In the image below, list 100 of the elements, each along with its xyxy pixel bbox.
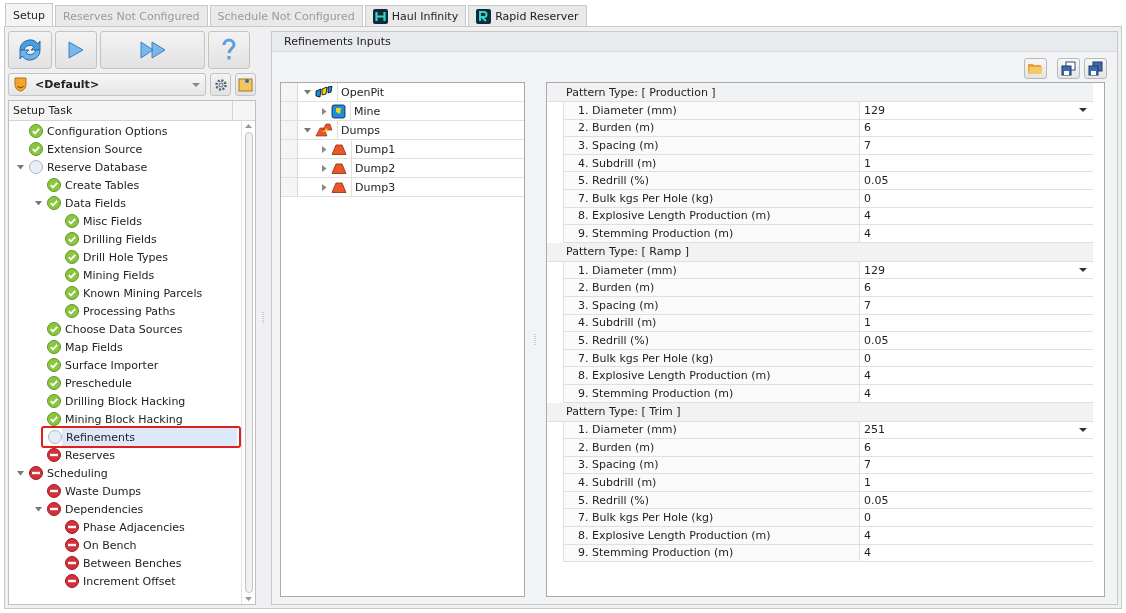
tree-item[interactable]: Mining Block Hacking — [61, 410, 239, 428]
note-icon — [238, 77, 253, 92]
collapse-arrow-icon[interactable] — [17, 164, 24, 170]
tree-item[interactable]: Dump2 — [351, 159, 524, 177]
tab[interactable]: Rapid Reserver — [468, 5, 587, 26]
property-value[interactable]: 0.05 — [860, 172, 1093, 189]
expand-arrow-icon[interactable] — [322, 145, 327, 153]
tree-item[interactable]: Refinements — [62, 428, 237, 446]
tree-item[interactable]: Reserves — [61, 446, 239, 464]
property-value[interactable]: 4 — [860, 527, 1093, 544]
property-value[interactable]: 1 — [860, 314, 1093, 332]
property-value[interactable]: 6 — [860, 119, 1093, 137]
tab[interactable]: Haul Infinity — [364, 5, 467, 26]
tree-item[interactable]: Scheduling — [43, 464, 239, 482]
dropdown-arrow-icon[interactable] — [1079, 108, 1087, 113]
tree-item[interactable]: OpenPit — [337, 83, 524, 101]
property-name: 1. Diameter (mm) — [564, 102, 860, 119]
property-name: 2. Burden (m) — [564, 439, 860, 456]
app-logo-icon — [476, 8, 492, 24]
collapse-arrow-icon[interactable] — [35, 200, 42, 206]
question-mark-icon — [221, 38, 237, 62]
property-value[interactable]: 129 — [860, 261, 1093, 279]
property-value[interactable]: 6 — [860, 279, 1093, 296]
tree-item[interactable]: Data Fields — [61, 194, 239, 212]
property-value[interactable]: 4 — [860, 544, 1093, 562]
tree-item[interactable]: Mine — [350, 102, 524, 120]
scroll-up-icon[interactable] — [245, 124, 252, 128]
save-button[interactable] — [1057, 58, 1080, 79]
tree-item[interactable]: Map Fields — [61, 338, 239, 356]
tree-item[interactable]: Increment Offset — [79, 572, 239, 590]
tree-item[interactable]: Surface Importer — [61, 356, 239, 374]
tree-item[interactable]: Dump3 — [351, 178, 524, 196]
dropdown-arrow-icon — [192, 82, 200, 87]
category-header: Pattern Type: [ Production ] — [547, 83, 1093, 102]
property-value[interactable]: 1 — [860, 154, 1093, 172]
expand-arrow-icon[interactable] — [322, 183, 327, 191]
property-value[interactable]: 129 — [860, 102, 1093, 119]
settings-button[interactable] — [210, 73, 231, 96]
property-name: 3. Spacing (m) — [564, 137, 860, 154]
property-value[interactable]: 7 — [860, 456, 1093, 474]
tree-item[interactable]: Mining Fields — [79, 266, 239, 284]
category-header: Pattern Type: [ Trim ] — [547, 402, 1093, 422]
property-value[interactable]: 1 — [860, 474, 1093, 491]
tree-item[interactable]: Configuration Options — [43, 122, 239, 140]
tree-item[interactable]: On Bench — [79, 536, 239, 554]
tree-item[interactable]: Phase Adjacencies — [79, 518, 239, 536]
property-value[interactable]: 4 — [860, 367, 1093, 384]
save-all-button[interactable] — [1084, 58, 1107, 79]
property-value[interactable]: 4 — [860, 207, 1093, 225]
collapse-arrow-icon[interactable] — [304, 127, 311, 133]
profile-dropdown[interactable]: <Default> — [8, 73, 206, 96]
expand-arrow-icon[interactable] — [322, 107, 327, 115]
open-folder-button[interactable] — [1024, 58, 1047, 79]
property-value[interactable]: 4 — [860, 225, 1093, 242]
tree-item[interactable]: Waste Dumps — [61, 482, 239, 500]
property-value[interactable]: 0.05 — [860, 491, 1093, 509]
tab[interactable]: Setup — [5, 3, 54, 26]
play-icon — [68, 41, 84, 59]
property-value[interactable]: 0.05 — [860, 332, 1093, 349]
property-value[interactable]: 7 — [860, 296, 1093, 314]
tree-item[interactable]: Create Tables — [61, 176, 239, 194]
run-button[interactable] — [55, 31, 97, 69]
tree-item[interactable]: Reserve Database — [43, 158, 239, 176]
splitter-grip-icon[interactable] — [534, 333, 537, 346]
splitter-grip-icon[interactable] — [262, 312, 265, 324]
tree-item[interactable]: Between Benches — [79, 554, 239, 572]
help-button[interactable] — [208, 31, 250, 69]
tree-item[interactable]: Preschedule — [61, 374, 239, 392]
panel-title: Refinements Inputs — [272, 32, 1117, 52]
property-value[interactable]: 251 — [860, 421, 1093, 439]
tree-item[interactable]: Drill Hole Types — [79, 248, 239, 266]
property-value[interactable]: 0 — [860, 509, 1093, 527]
tree-item[interactable]: Dump1 — [351, 140, 524, 158]
tree-item[interactable]: Processing Paths — [79, 302, 239, 320]
refresh-button[interactable] — [8, 31, 52, 69]
property-name: 8. Explosive Length Production (m) — [564, 367, 860, 384]
collapse-arrow-icon[interactable] — [17, 470, 24, 476]
expand-arrow-icon[interactable] — [322, 164, 327, 172]
tree-item[interactable]: Choose Data Sources — [61, 320, 239, 338]
tree-item[interactable]: Drilling Fields — [79, 230, 239, 248]
scroll-down-icon[interactable] — [245, 597, 252, 601]
property-value[interactable]: 7 — [860, 137, 1093, 154]
dropdown-arrow-icon[interactable] — [1079, 427, 1087, 432]
property-value[interactable]: 0 — [860, 189, 1093, 207]
column-header: Setup Task — [9, 101, 233, 120]
collapse-arrow-icon[interactable] — [304, 89, 311, 95]
property-value[interactable]: 0 — [860, 349, 1093, 367]
property-value[interactable]: 4 — [860, 384, 1093, 402]
tree-item[interactable]: Dependencies — [61, 500, 239, 518]
dropdown-arrow-icon[interactable] — [1079, 268, 1087, 273]
collapse-arrow-icon[interactable] — [35, 506, 42, 512]
run-all-button[interactable] — [100, 31, 205, 69]
tree-item[interactable]: Drilling Block Hacking — [61, 392, 239, 410]
tree-item[interactable]: Dumps — [337, 121, 524, 139]
notes-button[interactable] — [235, 73, 256, 96]
tree-item[interactable]: Extension Source — [43, 140, 239, 158]
scrollbar[interactable] — [241, 121, 255, 604]
tree-item[interactable]: Misc Fields — [79, 212, 239, 230]
tree-item[interactable]: Known Mining Parcels — [79, 284, 239, 302]
property-value[interactable]: 6 — [860, 439, 1093, 456]
